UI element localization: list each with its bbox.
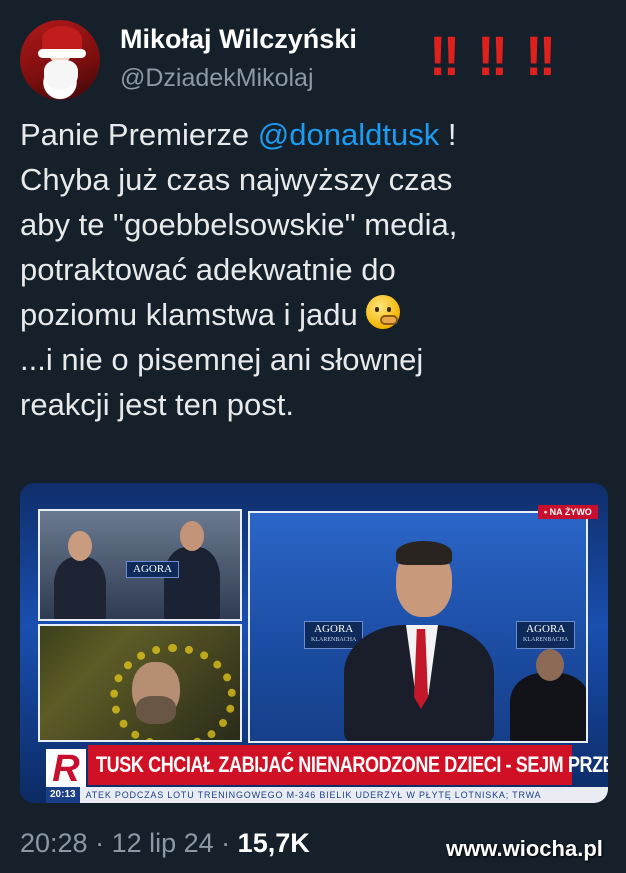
news-headline: TUSK CHCIAŁ ZABIJAĆ NIENARODZONE DZIECI …	[96, 752, 608, 777]
guest-left-head	[68, 531, 92, 561]
tv-republika-logo: R	[46, 749, 86, 789]
site-watermark: www.wiocha.pl	[446, 836, 603, 861]
tweet-text-suffix: !	[439, 117, 457, 152]
video-panel-host: AGORA KLARENBACHA AGORA KLARENBACHA	[248, 511, 588, 743]
agora-logo-text: AGORA	[526, 623, 566, 635]
agora-logo-sub: KLARENBACHA	[311, 637, 357, 643]
agora-logo: AGORA KLARENBACHA	[516, 621, 576, 649]
tweet-text-tail: ...i nie o pisemnej ani słownej reakcji …	[20, 342, 424, 422]
interpreter-head	[536, 649, 564, 681]
thinking-face-emoji-icon	[366, 295, 401, 329]
live-badge: • NA ŻYWO	[538, 505, 598, 519]
tweet-time[interactable]: 20:28	[20, 828, 88, 858]
tweet-header: Mikołaj Wilczyński @DziadekMikolaj ‼ ‼ ‼	[0, 0, 626, 110]
tweet-meta: 20:28 · 12 lip 24 · 15,7K	[20, 828, 310, 859]
agora-logo-text: AGORA	[133, 563, 173, 575]
tweet-text: Panie Premierze @donaldtusk ! Chyba już …	[20, 112, 610, 427]
guest-right	[164, 547, 220, 619]
santa-avatar-icon[interactable]	[20, 20, 100, 100]
santa-hat-shape	[38, 26, 86, 58]
sign-language-interpreter	[510, 673, 586, 741]
double-exclamation-icon: ‼	[477, 24, 507, 87]
agora-logo-text: AGORA	[314, 623, 354, 635]
author-name[interactable]: Mikołaj Wilczyński	[120, 24, 357, 55]
guest-left	[54, 557, 106, 619]
video-panel-guests: AGORA	[38, 509, 242, 621]
ticker-text: ATEK PODCZAS LOTU TRENINGOWEGO M-346 BIE…	[85, 790, 542, 800]
tweet-media-image[interactable]: AGORA AGORA KLARENBACHA AGORA KLARENBACHA …	[20, 483, 608, 803]
santa-beard-shape	[44, 60, 78, 90]
exclamation-decoration: ‼ ‼ ‼	[428, 28, 571, 84]
guest-right-head	[180, 521, 204, 551]
meta-separator: ·	[213, 828, 238, 858]
view-count[interactable]: 15,7K	[238, 828, 310, 858]
agora-logo: AGORA	[126, 561, 180, 578]
meta-separator: ·	[87, 828, 112, 858]
ticker-time: 20:13	[46, 787, 80, 803]
agora-logo-sub: KLARENBACHA	[523, 637, 569, 643]
video-panel-remote-guest	[38, 624, 242, 742]
host-hair	[396, 541, 452, 565]
author-handle[interactable]: @DziadekMikolaj	[120, 64, 314, 93]
remote-guest-beard	[136, 696, 176, 724]
logo-letter: R	[52, 748, 80, 790]
tweet-text-prefix: Panie Premierze	[20, 117, 258, 152]
double-exclamation-icon: ‼	[429, 24, 459, 87]
tweet-date[interactable]: 12 lip 24	[112, 828, 214, 858]
mention-link[interactable]: @donaldtusk	[258, 117, 439, 152]
news-ticker: 20:13 ATEK PODCZAS LOTU TRENINGOWEGO M-3…	[46, 787, 608, 803]
news-headline-bar: TUSK CHCIAŁ ZABIJAĆ NIENARODZONE DZIECI …	[88, 745, 608, 785]
double-exclamation-icon: ‼	[525, 24, 555, 87]
